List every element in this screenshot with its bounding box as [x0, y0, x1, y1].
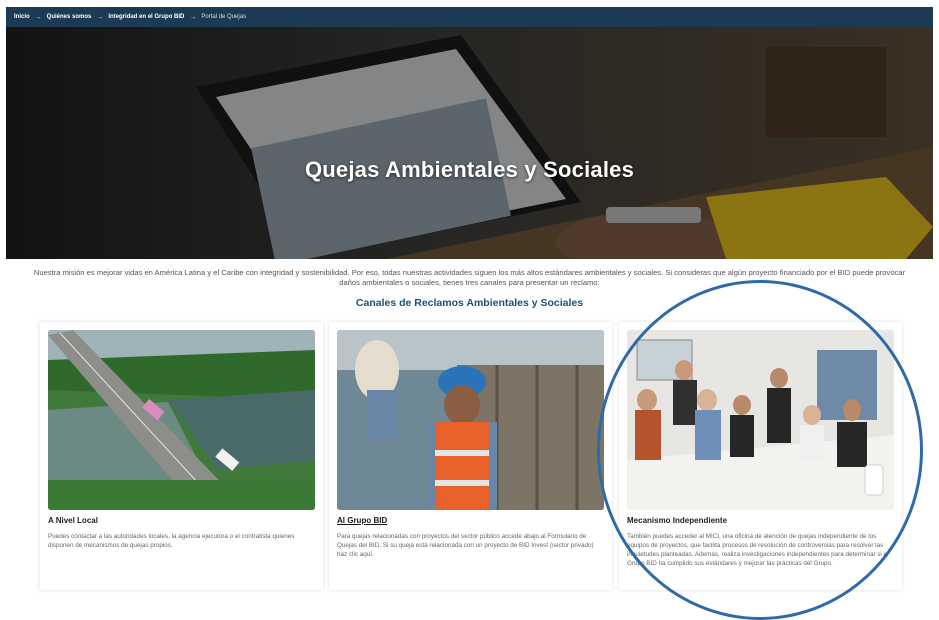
page-title: Quejas Ambientales y Sociales	[304, 157, 635, 182]
card-body: Para quejas relacionadas con proyectos d…	[337, 533, 594, 558]
card-body: Puedes contactar a las autoridades local…	[48, 533, 295, 549]
breadcrumb-arrow-icon: →	[189, 13, 197, 21]
hero-background-image	[6, 27, 933, 259]
card-mecanismo-independiente: Mecanismo Independiente También puedes a…	[619, 322, 902, 590]
breadcrumb-arrow-icon: →	[34, 13, 42, 21]
card-image-worker	[337, 330, 604, 510]
intro-text: Nuestra misión es mejorar vidas en Améri…	[33, 268, 906, 287]
hero-banner: Quejas Ambientales y Sociales	[6, 27, 933, 259]
breadcrumb-item-quienes-somos[interactable]: Quiénes somos	[47, 14, 92, 20]
card-title: A Nivel Local	[48, 516, 98, 525]
breadcrumb-arrow-icon: →	[96, 13, 104, 21]
card-al-grupo-bid: Al Grupo BID Para quejas relacionadas co…	[329, 322, 612, 590]
breadcrumb-item-portal-de-quejas: Portal de Quejas	[201, 14, 247, 20]
card-image-bridge	[48, 330, 315, 510]
card-a-nivel-local: A Nivel Local Puedes contactar a las aut…	[40, 322, 323, 590]
al-grupo-bid-link[interactable]: Al Grupo BID	[337, 516, 387, 525]
breadcrumb: Inicio → Quiénes somos → Integridad en e…	[6, 7, 933, 27]
card-title: Mecanismo Independiente	[627, 516, 728, 525]
card-body: También puedes acceder al MICI, una ofic…	[627, 533, 889, 567]
breadcrumb-item-inicio[interactable]: Inicio	[14, 14, 30, 20]
section-title: Canales de Reclamos Ambientales y Social…	[355, 297, 584, 309]
breadcrumb-item-integridad[interactable]: Integridad en el Grupo BID	[108, 14, 184, 20]
card-image-meeting	[627, 330, 894, 510]
